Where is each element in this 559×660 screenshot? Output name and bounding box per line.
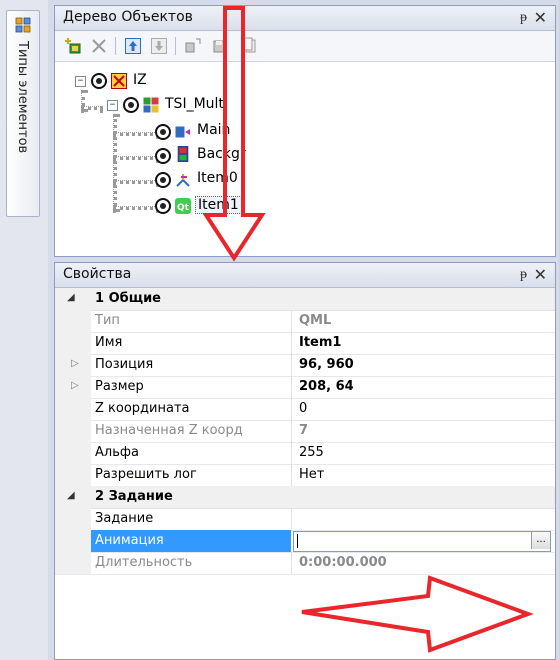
- property-name: Длительность: [95, 555, 193, 570]
- add-element-button[interactable]: [63, 36, 83, 56]
- property-name: Размер: [95, 379, 144, 394]
- property-name: Позиция: [95, 357, 154, 372]
- tree-node-label: Item0: [197, 170, 238, 186]
- add-element-icon: [65, 38, 81, 54]
- property-value: 7: [299, 423, 309, 438]
- property-value: 0:00:00.000: [299, 555, 387, 570]
- collapse-icon[interactable]: −: [107, 100, 118, 111]
- delete-icon: [92, 39, 106, 53]
- object-tree-titlebar: Дерево Объектов ᵽ ✕: [55, 6, 555, 31]
- close-icon[interactable]: ✕: [534, 8, 547, 27]
- property-name: Тип: [95, 313, 120, 328]
- element-types-tab[interactable]: Типы элементов: [6, 10, 40, 217]
- collapse-triangle-icon[interactable]: ◢: [67, 292, 75, 303]
- save-icon: [213, 40, 226, 53]
- visibility-eye-icon[interactable]: [123, 97, 139, 113]
- path-icon: [176, 174, 190, 187]
- export-button[interactable]: [211, 36, 231, 56]
- object-tree-title: Дерево Объектов: [63, 9, 193, 25]
- property-animation[interactable]: Анимация ...: [55, 530, 555, 553]
- svg-text:Qt: Qt: [177, 203, 190, 213]
- property-duration[interactable]: Длительность 0:00:00.000: [55, 552, 555, 575]
- property-value: 255: [299, 445, 324, 460]
- tree-node-label: IZ: [133, 72, 147, 88]
- expand-triangle-icon[interactable]: ▷: [71, 358, 79, 369]
- tree-node-label: Main: [197, 122, 231, 138]
- properties-titlebar: Свойства ᵽ ✕: [55, 263, 555, 288]
- copy-button[interactable]: [239, 36, 259, 56]
- property-value: QML: [299, 313, 332, 328]
- property-enable-log[interactable]: Разрешить лог Нет: [55, 464, 555, 487]
- category-label: 1 Общие: [95, 291, 161, 306]
- property-name: Анимация: [95, 533, 164, 548]
- visibility-eye-icon[interactable]: [155, 148, 171, 164]
- import-button[interactable]: [183, 36, 203, 56]
- element-types-icon: [15, 17, 31, 33]
- visibility-eye-icon[interactable]: [155, 172, 171, 188]
- browse-ellipsis-button[interactable]: ...: [531, 532, 550, 549]
- tree-node-label: TSI_Multi: [165, 96, 228, 112]
- properties-title: Свойства: [63, 266, 132, 282]
- properties-panel: Свойства ᵽ ✕ ◢ 1 Общие Тип QML Имя Item1…: [54, 262, 556, 660]
- property-name: Имя: [95, 335, 123, 350]
- collapse-triangle-icon[interactable]: ◢: [67, 490, 75, 501]
- property-value: 208, 64: [299, 379, 354, 394]
- multi-layer-icon: [143, 97, 159, 113]
- tree-node-label: Backgr: [197, 146, 246, 162]
- move-down-button[interactable]: [149, 36, 169, 56]
- property-name: Задание: [95, 511, 154, 526]
- close-icon[interactable]: ✕: [534, 265, 547, 284]
- property-value: Нет: [299, 467, 325, 482]
- film-strip-icon: [177, 146, 189, 162]
- object-tree[interactable]: − IZ − TSI_Multi Main Backgr Item0 Qt It…: [55, 62, 555, 252]
- import-icon: [185, 38, 201, 53]
- property-position[interactable]: ▷ Позиция 96, 960: [55, 354, 555, 377]
- property-z-coordinate[interactable]: Z координата 0: [55, 398, 555, 421]
- expand-triangle-icon[interactable]: ▷: [71, 380, 79, 391]
- property-name: Назначенная Z коорд: [95, 423, 243, 438]
- pin-icon[interactable]: ᵽ: [520, 9, 527, 26]
- category-task[interactable]: ◢ 2 Задание: [55, 486, 555, 509]
- pin-icon[interactable]: ᵽ: [520, 266, 527, 283]
- property-assigned-z[interactable]: Назначенная Z коорд 7: [55, 420, 555, 443]
- property-value: 96, 960: [299, 357, 354, 372]
- property-alpha[interactable]: Альфа 255: [55, 442, 555, 465]
- object-tree-toolbar: [55, 31, 555, 62]
- visibility-eye-icon[interactable]: [155, 124, 171, 140]
- property-name: Разрешить лог: [95, 467, 197, 482]
- property-name: Z координата: [95, 401, 190, 416]
- copy-icon: [242, 37, 256, 53]
- animation-icon: [175, 126, 190, 138]
- category-general[interactable]: ◢ 1 Общие: [55, 288, 555, 311]
- animation-value-input[interactable]: ...: [293, 531, 551, 552]
- property-name-field[interactable]: Имя Item1: [55, 332, 555, 355]
- qt-icon: Qt: [175, 198, 191, 214]
- property-value: Item1: [299, 335, 342, 350]
- move-down-icon: [151, 38, 167, 54]
- left-tool-strip: Типы элементов: [0, 0, 48, 660]
- move-up-icon: [125, 38, 141, 54]
- property-task[interactable]: Задание: [55, 508, 555, 531]
- scene-icon: [111, 73, 127, 89]
- move-up-button[interactable]: [123, 36, 143, 56]
- tree-node-label: Item1: [195, 196, 242, 214]
- delete-button[interactable]: [89, 36, 109, 56]
- property-type[interactable]: Тип QML: [55, 310, 555, 333]
- property-size[interactable]: ▷ Размер 208, 64: [55, 376, 555, 399]
- property-value: 0: [299, 401, 308, 416]
- object-tree-panel: Дерево Объектов ᵽ ✕ − IZ − TSI_Multi Mai…: [54, 5, 556, 257]
- visibility-eye-icon[interactable]: [91, 73, 107, 89]
- property-name: Альфа: [95, 445, 139, 460]
- element-types-label: Типы элементов: [15, 41, 30, 154]
- collapse-icon[interactable]: −: [75, 76, 86, 87]
- category-label: 2 Задание: [95, 489, 173, 504]
- visibility-eye-icon[interactable]: [155, 198, 171, 214]
